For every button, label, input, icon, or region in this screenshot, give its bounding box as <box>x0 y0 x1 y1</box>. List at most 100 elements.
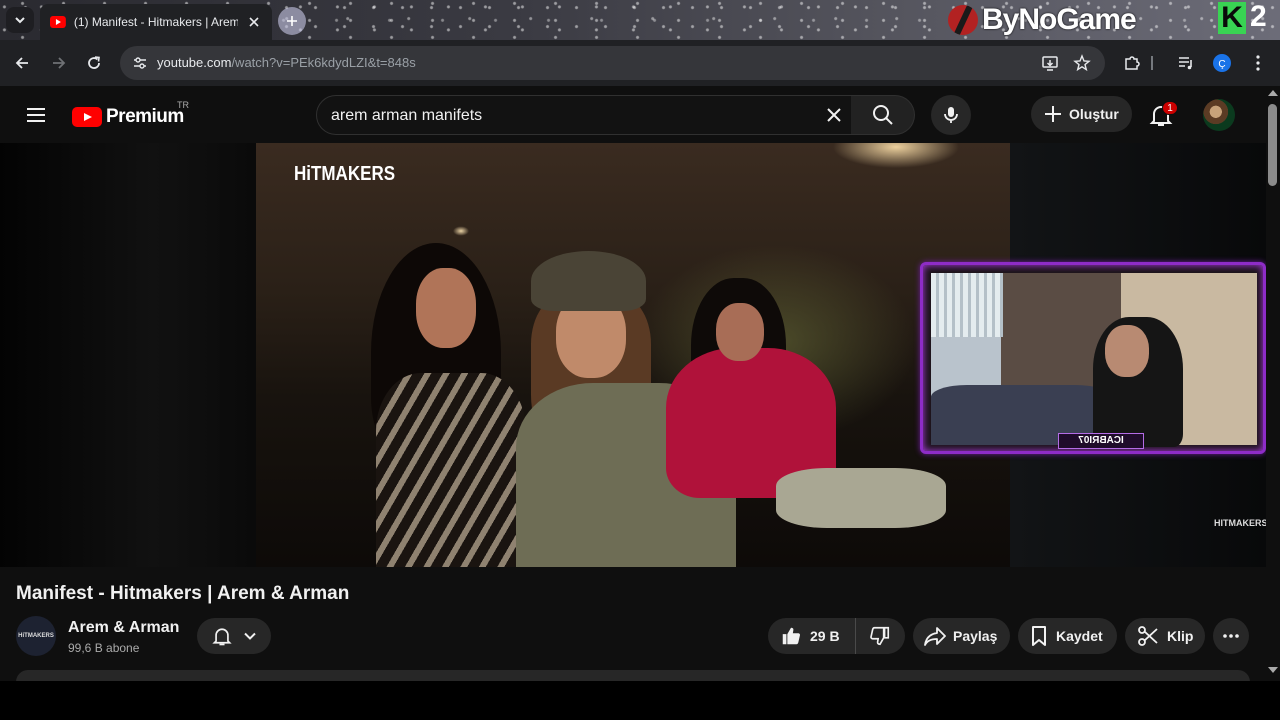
video-scene-shape <box>376 373 526 567</box>
video-scene-shape <box>531 251 646 311</box>
overlay-number: 2 <box>1250 0 1267 33</box>
url-path: /watch?v=PEk6kdydLZI&t=848s <box>231 55 416 70</box>
save-label: Kaydet <box>1056 628 1103 644</box>
like-count: 29 B <box>810 628 840 644</box>
youtube-masthead: Premium TR Oluştur <box>0 86 1266 143</box>
chevron-down-icon <box>15 17 25 24</box>
bookmark-star-button[interactable] <box>1070 51 1094 75</box>
reload-icon <box>88 56 100 69</box>
new-tab-button[interactable] <box>278 7 306 35</box>
profile-button[interactable]: Ç <box>1210 51 1234 75</box>
plus-icon <box>287 16 297 26</box>
webcam-streamer-face <box>1105 325 1149 377</box>
subscriber-count: 99,6 B abone <box>68 641 140 655</box>
clip-label: Klip <box>1167 628 1194 644</box>
microphone-icon <box>944 107 958 123</box>
search-button[interactable] <box>851 95 915 135</box>
video-scene-shape <box>776 468 946 528</box>
scroll-up-arrow-icon[interactable] <box>1268 90 1278 96</box>
chevron-down-icon <box>244 632 256 640</box>
search-input[interactable] <box>331 105 811 127</box>
hamburger-menu-icon <box>27 108 45 122</box>
channel-name[interactable]: Arem & Arman <box>68 619 179 637</box>
bynogame-logo-text: ByNoGame <box>982 3 1137 36</box>
svg-text:Ç: Ç <box>1218 59 1225 70</box>
streamer-webcam-overlay: ICABRI07 <box>920 262 1266 454</box>
share-label: Paylaş <box>953 628 998 644</box>
create-label: Oluştur <box>1069 106 1119 122</box>
webcam-name-label: ICABRI07 <box>1058 433 1144 449</box>
url-domain: youtube.com <box>157 55 232 70</box>
voice-search-button[interactable] <box>931 95 971 135</box>
guide-menu-button[interactable] <box>24 103 48 127</box>
bynogame-overlay-logo: ByNoGame <box>948 2 1137 38</box>
star-icon <box>1073 54 1091 72</box>
share-icon <box>924 627 946 646</box>
kick-logo: K <box>1218 2 1246 34</box>
more-vertical-icon <box>1256 55 1260 71</box>
share-button[interactable]: Paylaş <box>913 618 1010 654</box>
create-button[interactable]: Oluştur <box>1031 96 1132 132</box>
more-horizontal-icon <box>1223 634 1239 638</box>
channel-avatar-text: HiTMAKERS <box>18 633 54 639</box>
subscription-notifications-button[interactable] <box>197 618 271 654</box>
scrollbar-thumb[interactable] <box>1268 104 1277 186</box>
tab-close-icon[interactable] <box>246 14 262 30</box>
queue-music-icon <box>1179 57 1192 70</box>
scroll-down-arrow-icon[interactable] <box>1268 667 1278 673</box>
bell-icon <box>212 628 232 646</box>
thumbs-down-icon <box>870 626 890 646</box>
channel-avatar[interactable]: HiTMAKERS <box>16 616 56 656</box>
webcam-window <box>931 273 1003 337</box>
plus-icon <box>1045 106 1061 122</box>
back-button[interactable] <box>10 51 34 75</box>
youtube-favicon-icon <box>50 16 66 28</box>
dislike-button[interactable] <box>856 618 904 654</box>
arrow-left-icon <box>15 57 28 69</box>
video-title: Manifest - Hitmakers | Arem & Arman <box>16 583 350 604</box>
notification-count-badge: 1 <box>1162 101 1178 115</box>
scissors-icon <box>1138 626 1158 646</box>
youtube-premium-text: Premium <box>106 106 184 127</box>
thumbs-up-icon <box>782 627 801 645</box>
clip-button[interactable]: Klip <box>1125 618 1205 654</box>
like-button[interactable]: 29 B <box>768 618 856 654</box>
tab-search-button[interactable] <box>6 7 34 33</box>
toolbar-divider <box>1148 51 1156 75</box>
player-ambient-left <box>0 143 256 567</box>
bottom-strip <box>0 681 1280 720</box>
video-scene-shape <box>716 303 764 361</box>
like-dislike-group: 29 B <box>768 618 905 654</box>
youtube-play-icon <box>72 107 102 127</box>
install-app-icon <box>1042 56 1058 71</box>
bookmark-icon <box>1032 626 1046 646</box>
search-clear-button[interactable] <box>824 105 846 127</box>
forward-button[interactable] <box>47 51 71 75</box>
site-settings-icon[interactable] <box>130 53 150 73</box>
browser-tab-active[interactable]: (1) Manifest - Hitmakers | Arem <box>40 4 272 40</box>
reload-button[interactable] <box>82 51 106 75</box>
country-code: TR <box>177 100 189 110</box>
video-frame[interactable]: HiTMAKERS <box>256 143 1010 567</box>
channel-watermark[interactable]: HITMAKERS <box>1214 518 1268 528</box>
arrow-right-icon <box>53 57 66 69</box>
save-button[interactable]: Kaydet <box>1018 618 1117 654</box>
extensions-button[interactable] <box>1120 51 1144 75</box>
close-icon <box>827 108 841 122</box>
more-actions-button[interactable] <box>1213 618 1249 654</box>
search-icon <box>872 105 893 125</box>
url-text[interactable]: youtube.com/watch?v=PEk6kdydLZI&t=848s <box>157 55 416 70</box>
media-control-button[interactable] <box>1174 51 1198 75</box>
tab-title: (1) Manifest - Hitmakers | Arem <box>73 15 239 29</box>
hitmakers-video-logo: HiTMAKERS <box>294 163 396 185</box>
youtube-premium-logo[interactable]: Premium <box>72 106 184 128</box>
browser-menu-button[interactable] <box>1246 51 1270 75</box>
search-box <box>316 95 852 135</box>
video-scene-shape <box>416 268 476 348</box>
bynogame-logo-icon <box>948 5 978 35</box>
puzzle-icon <box>1125 56 1140 70</box>
address-bar[interactable]: youtube.com/watch?v=PEk6kdydLZI&t=848s <box>120 46 1105 80</box>
profile-avatar-icon: Ç <box>1213 54 1231 72</box>
install-app-button[interactable] <box>1038 51 1062 75</box>
account-avatar[interactable] <box>1203 99 1235 131</box>
